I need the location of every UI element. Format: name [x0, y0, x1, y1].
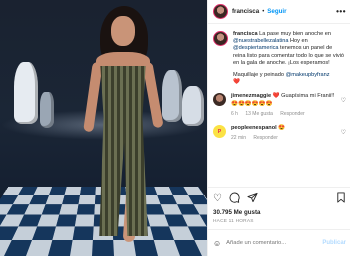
comment-likes[interactable]: 13 Me gusta: [245, 111, 273, 117]
author-avatar[interactable]: [213, 4, 228, 19]
bookmark-icon[interactable]: [336, 191, 346, 206]
woman-figure: [83, 6, 164, 256]
makeup-text: Maquillaje y peinado: [233, 72, 286, 79]
caption: francisca La pase muy bien anoche en @nu…: [213, 31, 346, 86]
follow-button[interactable]: Seguir: [267, 8, 286, 15]
caption-body: francisca La pase muy bien anoche en @nu…: [233, 31, 346, 86]
emoji-picker-icon[interactable]: ☺: [213, 239, 221, 248]
comment-username[interactable]: peopleenespanol: [231, 125, 277, 131]
chess-piece-left: [14, 62, 38, 124]
comment-text: 😍: [276, 125, 286, 132]
post-date: HACE 11 HORAS: [213, 219, 254, 224]
publish-button[interactable]: Publicar: [322, 240, 346, 246]
comment-username[interactable]: jimenezmaggie: [231, 93, 271, 99]
chess-piece-right: [162, 70, 182, 122]
heart-icon[interactable]: ♡: [213, 193, 222, 204]
share-icon[interactable]: [247, 192, 258, 206]
action-bar: ♡: [208, 187, 350, 209]
comment-item: P peopleenespanol 😍 22 min Responder ♡: [213, 125, 346, 142]
add-comment-bar: ☺ Publicar: [208, 229, 350, 256]
reply-button[interactable]: Responder: [280, 111, 304, 117]
comment-icon[interactable]: [229, 192, 240, 206]
comment-input[interactable]: [226, 240, 323, 246]
face: [111, 16, 135, 46]
comment-time[interactable]: 22 min: [231, 135, 246, 141]
separator-dot: •: [262, 8, 265, 15]
comment-body: jimenezmaggie ❤️ Guapísima mi Franii!! 😍…: [231, 93, 338, 118]
caption-text-2: Hoy en: [288, 38, 308, 45]
commenter-avatar[interactable]: P: [213, 125, 226, 139]
comment-like-icon[interactable]: ♡: [341, 129, 346, 136]
comment-time[interactable]: 6 h: [231, 111, 238, 117]
comment-meta: 22 min Responder: [231, 135, 338, 142]
comment-meta: 6 h 13 Me gusta Responder: [231, 111, 338, 118]
commenter-avatar[interactable]: [213, 93, 226, 107]
comments-list[interactable]: francisca La pase muy bien anoche en @nu…: [208, 25, 350, 185]
caption-text-1: La pase muy bien anoche en: [259, 31, 331, 37]
reply-button[interactable]: Responder: [253, 135, 277, 141]
sequin-dress: [99, 66, 148, 236]
likes-count[interactable]: 30.795 Me gusta: [213, 209, 260, 216]
mention-nuestrabellezalatina[interactable]: @nuestrabellezalatina: [233, 38, 288, 44]
chess-piece-right-small: [182, 86, 204, 126]
author-username[interactable]: francisca: [232, 8, 259, 15]
post-photo[interactable]: [0, 0, 207, 256]
chess-piece-left-small: [40, 92, 54, 128]
comment-body: peopleenespanol 😍 22 min Responder: [231, 125, 338, 142]
mention-makeupbyfranz[interactable]: @makeupbyfranz: [286, 72, 330, 78]
caption-username[interactable]: francisca: [233, 31, 258, 37]
caption-heart-emoji: ❤️: [233, 79, 240, 86]
comment-like-icon[interactable]: ♡: [341, 97, 346, 104]
post-sidebar: francisca • Seguir ••• francisca La pase…: [207, 0, 350, 256]
mention-despiertamerica[interactable]: @despiertamerica: [233, 45, 278, 51]
more-options-icon[interactable]: •••: [336, 7, 346, 16]
caption-avatar[interactable]: [213, 31, 228, 46]
comment-item: jimenezmaggie ❤️ Guapísima mi Franii!! 😍…: [213, 93, 346, 118]
post-header: francisca • Seguir •••: [208, 0, 350, 24]
